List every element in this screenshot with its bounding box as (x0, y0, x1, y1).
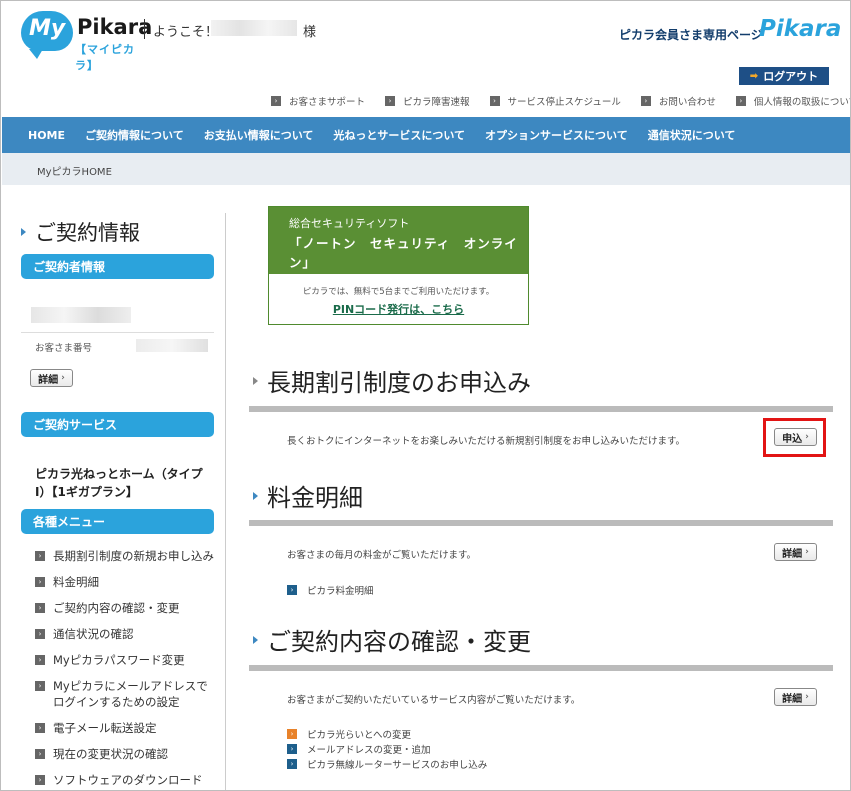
nav-connection[interactable]: 通信状況について (638, 127, 746, 143)
sidebar-item-connection[interactable]: › 通信状況の確認 (35, 626, 215, 642)
sidebar-divider-vertical (225, 213, 226, 790)
billing-description: お客さまの毎月の料金がご覧いただけます。 (287, 550, 477, 561)
nav-contract[interactable]: ご契約情報について (75, 127, 194, 143)
discount-description: 長くおトクにインターネットをお楽しみいただける新規割引制度をお申し込みいただけま… (287, 436, 686, 447)
contractor-header: ご契約者情報 (21, 254, 214, 279)
sidebar-item-billing[interactable]: › 料金明細 (35, 574, 215, 590)
contract-section-rule (249, 665, 833, 671)
chevron-right-icon: › (35, 629, 45, 639)
chevron-right-icon: › (35, 681, 45, 691)
chevron-right-icon: › (385, 96, 396, 106)
triangle-right-icon (21, 228, 26, 236)
menu-header: 各種メニュー (21, 509, 214, 534)
contractor-detail-button[interactable]: 詳細 › (30, 369, 73, 387)
chevron-right-icon: › (35, 749, 45, 759)
billing-section-title: 料金明細 (253, 478, 363, 513)
sidebar-item-contract[interactable]: › ご契約内容の確認・変更 (35, 600, 215, 616)
customer-number-label: お客さま番号 (35, 343, 93, 354)
sidebar-item-password[interactable]: › Myピカラパスワード変更 (35, 652, 215, 668)
triangle-right-icon (253, 635, 258, 644)
contract-detail-button[interactable]: 詳細 › (774, 688, 817, 706)
nav-hikari-service[interactable]: 光ねっとサービスについて (323, 127, 475, 143)
chevron-right-icon: › (805, 547, 809, 557)
sidebar-item-email-login[interactable]: › Myピカラにメールアドレスでログインするための設定 (35, 678, 215, 710)
chevron-right-icon: › (35, 723, 45, 733)
chevron-right-icon: › (35, 603, 45, 613)
nav-payment[interactable]: お支払い情報について (194, 127, 324, 143)
top-links: › お客さまサポート › ピカラ障害速報 › サービス停止スケジュール › お問い合わせ… (271, 94, 850, 108)
contract-link-light[interactable]: › ピカラ光らいとへの変更 (287, 727, 411, 741)
triangle-right-icon (253, 376, 258, 385)
mypikara-logo[interactable]: My Pikara 【マイピカラ】 (21, 11, 152, 72)
logout-button[interactable]: ➡ ログアウト (739, 67, 829, 85)
chevron-right-icon: › (287, 729, 297, 739)
chevron-right-icon: › (35, 577, 45, 587)
top-link-support[interactable]: › お客さまサポート (271, 94, 365, 108)
chevron-right-icon: › (735, 96, 746, 106)
billing-link-pikara[interactable]: › ピカラ料金明細 (287, 583, 374, 597)
service-name: ピカラ光ねっとホーム（タイプⅠ）【1ギガプラン】 (35, 467, 203, 499)
logout-label: ログアウト (763, 70, 819, 83)
logo-pikara-text: Pikara (77, 15, 153, 39)
chevron-right-icon: › (35, 551, 45, 561)
top-link-privacy[interactable]: › 個人情報の取扱について (735, 94, 850, 108)
sidebar-item-mail-forward[interactable]: › 電子メール転送設定 (35, 720, 215, 736)
triangle-right-icon (253, 491, 258, 500)
chevron-right-icon: › (287, 585, 297, 595)
breadcrumb-bar: MyピカラHOME (2, 153, 850, 185)
sidebar-divider (21, 332, 214, 333)
norton-line-2: 「ノートン セキュリティ オンライン」 (289, 236, 518, 270)
pikara-brand-logo[interactable]: Pikara (759, 16, 841, 42)
chevron-right-icon: › (489, 96, 500, 106)
chevron-right-icon: › (35, 655, 45, 665)
sidebar-item-download[interactable]: › ソフトウェアのダウンロード (35, 772, 215, 788)
norton-banner: 総合セキュリティソフト 「ノートン セキュリティ オンライン」 のご利用を希望の… (268, 206, 529, 325)
norton-pin-link[interactable]: PINコード発行は、こちら (269, 301, 528, 317)
sidebar-item-discount[interactable]: › 長期割引制度の新規お申し込み (35, 548, 215, 564)
chevron-right-icon: › (35, 775, 45, 785)
chevron-right-icon: › (61, 373, 65, 383)
user-name-redacted (211, 20, 297, 36)
sidebar-menu: › 長期割引制度の新規お申し込み › 料金明細 › ご契約内容の確認・変更 › 通信状況… (35, 548, 215, 790)
logo-my-text: My (29, 16, 66, 41)
contract-link-email[interactable]: › メールアドレスの変更・追加 (287, 742, 431, 756)
contract-section-title: ご契約内容の確認・変更 (253, 622, 531, 657)
top-link-outage[interactable]: › ピカラ障害速報 (385, 94, 470, 108)
sidebar-title: ご契約情報 (21, 217, 140, 247)
chevron-right-icon: › (805, 692, 809, 702)
customer-number-redacted (136, 339, 208, 352)
billing-detail-button[interactable]: 詳細 › (774, 543, 817, 561)
billing-section-rule (249, 520, 833, 526)
chevron-right-icon: › (287, 759, 297, 769)
chevron-right-icon: › (640, 96, 651, 106)
discount-section-rule (249, 406, 833, 412)
service-header: ご契約サービス (21, 412, 214, 437)
contractor-name-redacted (31, 307, 131, 323)
welcome-suffix: 様 (303, 25, 317, 40)
chevron-right-icon: › (287, 744, 297, 754)
header-divider (144, 19, 145, 39)
logo-subtitle: 【マイピカラ】 (75, 43, 135, 72)
highlight-box (763, 418, 826, 457)
top-link-contact[interactable]: › お問い合わせ (640, 94, 716, 108)
page-frame: My Pikara 【マイピカラ】 ようこそ！ 様 ピカラ会員さま専用ページ P… (0, 0, 851, 791)
chevron-right-icon: › (271, 96, 281, 106)
nav-options[interactable]: オプションサービスについて (475, 127, 638, 143)
norton-line-1: 総合セキュリティソフト (289, 217, 410, 230)
arrow-right-icon: ➡ (749, 70, 759, 82)
contract-description: お客さまがご契約いただいているサービス内容がご覧いただけます。 (287, 695, 581, 706)
sidebar-item-change-status[interactable]: › 現在の変更状況の確認 (35, 746, 215, 762)
discount-section-title: 長期割引制度のお申込み (253, 363, 531, 398)
breadcrumb: MyピカラHOME (37, 167, 112, 178)
brand-tagline: ピカラ会員さま専用ページ (619, 28, 763, 42)
contract-link-router[interactable]: › ピカラ無線ルーターサービスのお申し込み (287, 757, 487, 771)
nav-home[interactable]: HOME (2, 129, 75, 142)
norton-banner-header: 総合セキュリティソフト 「ノートン セキュリティ オンライン」 のご利用を希望の… (269, 207, 528, 289)
norton-description: ピカラでは、無料で5台までご利用いただけます。 (302, 287, 495, 297)
main-nav: HOME ご契約情報について お支払い情報について 光ねっとサービスについて オ… (2, 117, 850, 153)
top-link-schedule[interactable]: › サービス停止スケジュール (489, 94, 621, 108)
welcome-text: ようこそ！ (153, 25, 219, 40)
